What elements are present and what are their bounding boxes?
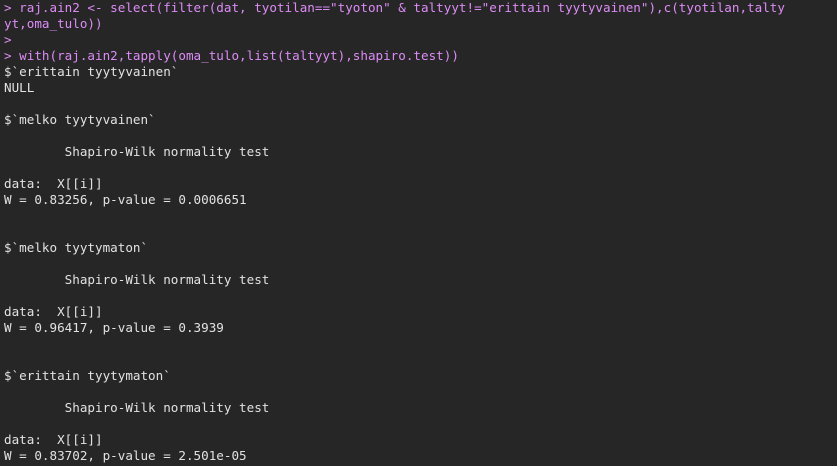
console-output-line: W = 0.83702, p-value = 2.501e-05 [4,448,247,463]
console-output-line: Shapiro-Wilk normality test [4,272,270,287]
console-output-line: data: X[[i]] [4,176,103,191]
r-console[interactable]: > raj.ain2 <- select(filter(dat, tyotila… [0,0,837,466]
console-output: > raj.ain2 <- select(filter(dat, tyotila… [4,0,837,464]
console-output-line: W = 0.83256, p-value = 0.0006651 [4,192,247,207]
console-command-line: > with(raj.ain2,tapply(oma_tulo,list(tal… [4,48,459,63]
console-output-line: NULL [4,80,35,95]
console-output-line: Shapiro-Wilk normality test [4,400,270,415]
console-output-line: data: X[[i]] [4,432,103,447]
console-output-line: $`melko tyytymaton` [4,240,149,255]
console-output-line: $`melko tyytyvainen` [4,112,156,127]
console-output-line: Shapiro-Wilk normality test [4,144,270,159]
console-command-line: > raj.ain2 <- select(filter(dat, tyotila… [4,0,785,15]
console-command-line: yt,oma_tulo)) [4,16,103,31]
console-command-line: > [4,32,12,47]
console-output-line: data: X[[i]] [4,304,103,319]
console-output-line: $`erittain tyytymaton` [4,368,171,383]
console-output-line: W = 0.96417, p-value = 0.3939 [4,320,224,335]
console-output-line: $`erittain tyytyvainen` [4,64,179,79]
